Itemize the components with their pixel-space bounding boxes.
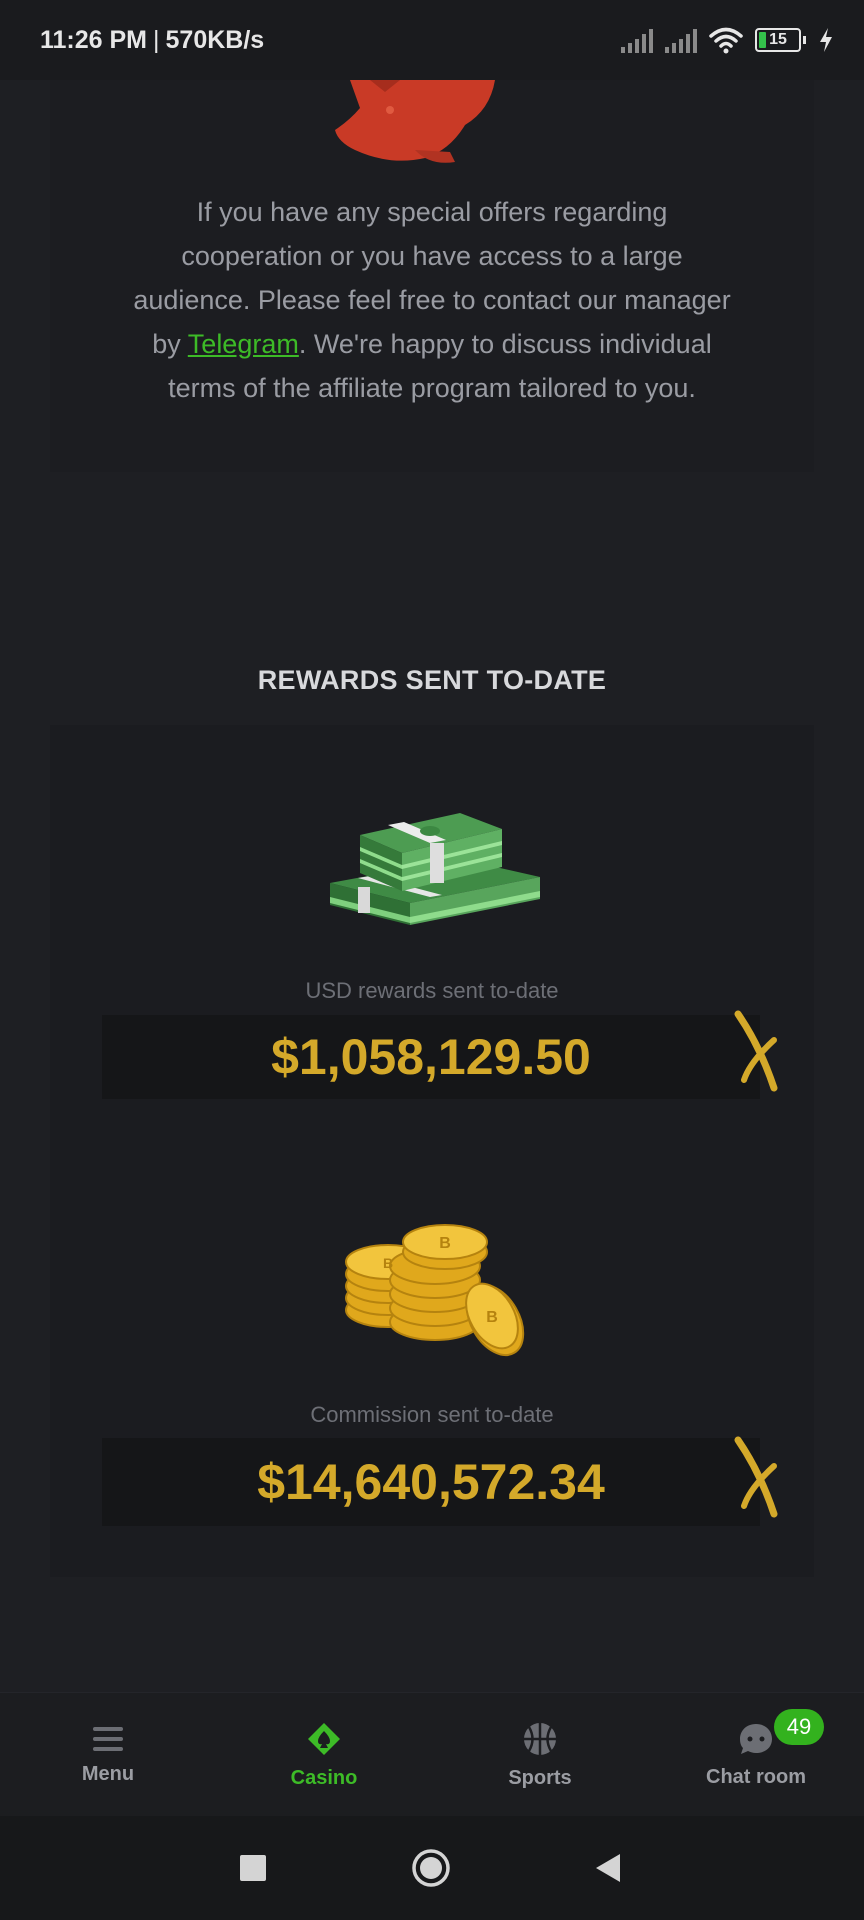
chat-unread-badge: 49: [774, 1709, 824, 1745]
svg-text:B: B: [486, 1309, 498, 1326]
x-ribbon-icon: [734, 1436, 778, 1518]
money-stack-icon: [330, 813, 540, 925]
home-button[interactable]: [411, 1848, 451, 1888]
status-bar: 11:26 PM | 570KB/s 15: [0, 0, 864, 80]
nav-label: Menu: [81, 1762, 135, 1785]
wifi-icon: [709, 27, 743, 54]
telegram-link[interactable]: Telegram: [188, 329, 299, 359]
offer-line: terms of the affiliate program tailored …: [168, 373, 696, 403]
status-separator: |: [153, 25, 160, 54]
nav-item-casino[interactable]: Casino: [216, 1693, 432, 1817]
usd-rewards-caption: USD rewards sent to-date: [305, 978, 559, 1003]
x-ribbon-icon: [734, 1010, 778, 1092]
svg-text:B: B: [439, 1235, 451, 1252]
status-time: 11:26 PM: [40, 25, 148, 54]
nav-label: Casino: [290, 1766, 358, 1789]
next-section-heading-peek: [0, 1678, 864, 1692]
signal-icon: [621, 27, 653, 53]
nav-item-chat-room[interactable]: Chat room 49: [648, 1693, 864, 1817]
nav-label: Chat room: [706, 1765, 806, 1788]
battery-icon: 15: [755, 28, 806, 52]
menu-icon: [93, 1726, 123, 1751]
bitcoin-coins-icon: B B B: [345, 1224, 525, 1357]
usd-rewards-value-box: $1,058,129.50: [102, 1015, 760, 1099]
affiliate-offer-text: If you have any special offers regarding…: [0, 190, 864, 410]
nav-item-sports[interactable]: Sports: [432, 1693, 648, 1817]
back-button[interactable]: [594, 1852, 622, 1884]
offer-line: If you have any special offers regarding: [196, 197, 668, 227]
offer-line: audience. Please feel free to contact ou…: [133, 285, 731, 315]
commission-value: $14,640,572.34: [257, 1454, 605, 1510]
bottom-nav: Menu Casino Sports Chat room 49: [0, 1692, 864, 1817]
recent-apps-button[interactable]: [239, 1854, 267, 1882]
dragon-mascot-icon: [335, 80, 495, 163]
svg-text:B: B: [383, 1255, 393, 1271]
offer-line: cooperation or you have access to a larg…: [181, 241, 683, 271]
nav-item-menu[interactable]: Menu: [0, 1693, 216, 1817]
commission-caption: Commission sent to-date: [310, 1402, 554, 1427]
commission-value-box: $14,640,572.34: [102, 1438, 760, 1526]
system-navigation-bar: [0, 1816, 864, 1920]
nav-label: Sports: [508, 1766, 572, 1789]
offer-line: by Telegram. We're happy to discuss indi…: [152, 329, 712, 359]
rewards-section-title: REWARDS SENT TO-DATE: [257, 665, 607, 695]
charging-icon: [820, 28, 832, 52]
battery-level: 15: [769, 31, 787, 48]
chat-icon: [740, 1723, 772, 1754]
casino-icon: [308, 1722, 340, 1755]
signal-icon-2: [665, 27, 697, 53]
basketball-icon: [524, 1722, 556, 1755]
usd-rewards-value: $1,058,129.50: [271, 1029, 591, 1085]
network-speed: 570KB/s: [165, 25, 265, 54]
